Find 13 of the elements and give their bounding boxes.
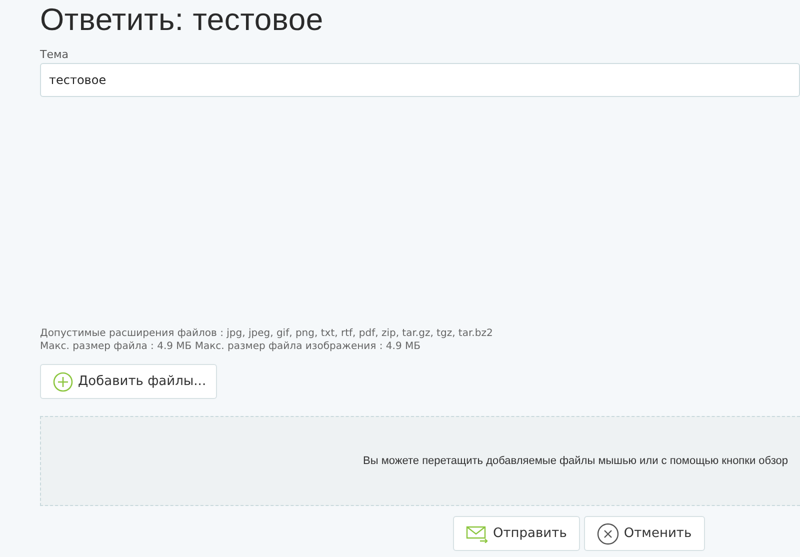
drop-hint: Вы можете перетащить добавляемые файлы мышью или с помощью кнопки обзор: [363, 455, 788, 467]
field-label: Тема: [40, 48, 69, 62]
info-text: Допустимые расширения файлов : jpg, jpeg, gif, png, txt, rtf, pdf, zip, tar.gz, tgz, tar.bz2: [40, 327, 493, 340]
envelope-icon: [466, 524, 488, 542]
plus-icon: [53, 372, 73, 392]
drop-zone[interactable]: Вы можете перетащить добавляемые файлы мышью или с помощью кнопки обзор: [40, 416, 800, 506]
cancel-button[interactable]: Отменить: [584, 516, 705, 551]
info-text: Макс. размер файла : 4.9 МБ Макс. размер файла изображения : 4.9 МБ: [40, 340, 420, 353]
add-files-button[interactable]: Добавить файлы...: [40, 364, 218, 399]
page-title: Ответить: тестовое: [40, 2, 324, 38]
subject-field[interactable]: тестовое: [40, 63, 800, 97]
close-icon: [596, 522, 619, 544]
send-button[interactable]: Отправить: [453, 516, 580, 551]
